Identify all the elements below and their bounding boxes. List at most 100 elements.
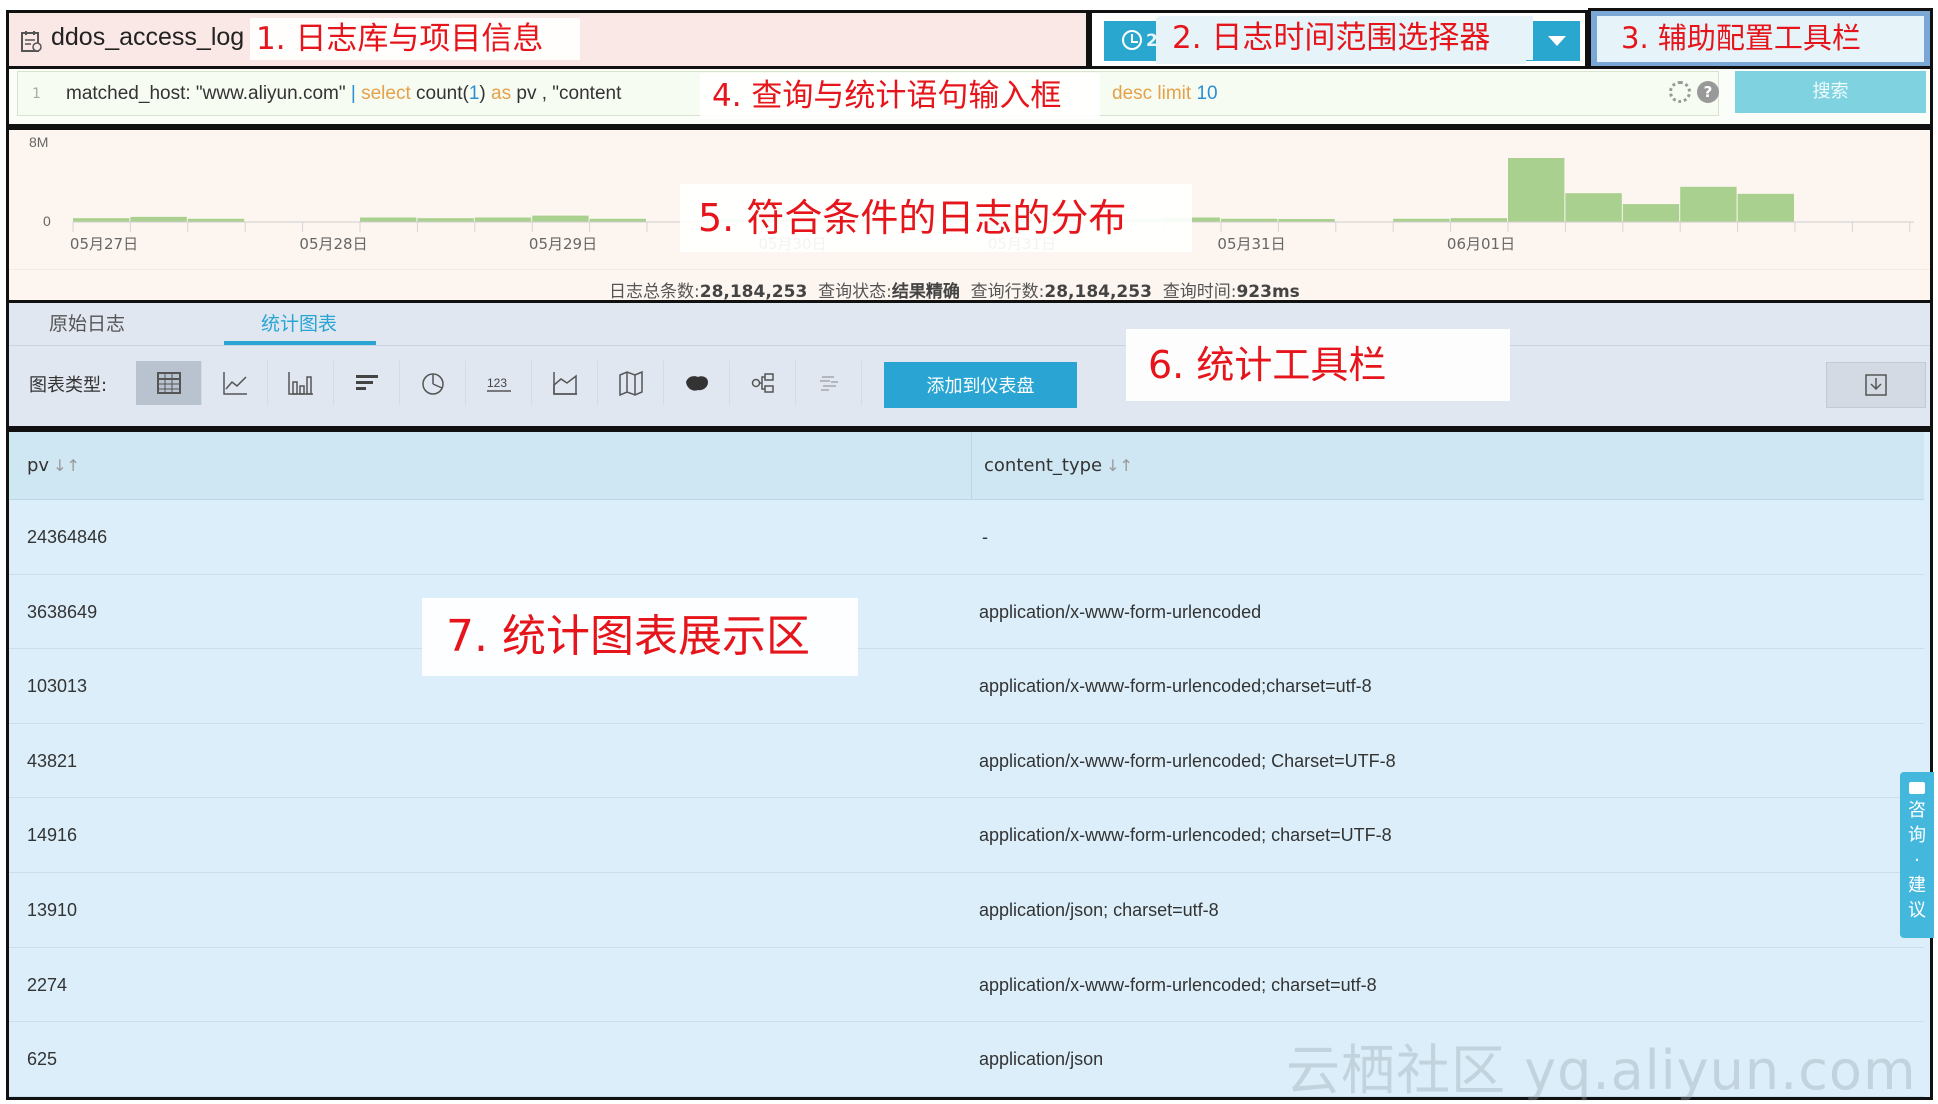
y-axis-zero-label: 0 <box>43 213 51 229</box>
clock-icon <box>1122 30 1142 50</box>
histogram-bar[interactable] <box>417 218 474 222</box>
query-tail: desc limit 10 <box>1112 83 1218 105</box>
column-header-content-type[interactable]: content_type ↓↑ <box>972 432 1924 500</box>
histogram-bar[interactable] <box>532 215 589 222</box>
x-tick-label: 05月29日 <box>529 235 597 253</box>
chart-type-pie[interactable] <box>400 361 466 405</box>
status-value: 结果精确 <box>891 282 960 302</box>
sort-icon[interactable]: ↓↑ <box>1106 456 1133 475</box>
cell-content-type: application/x-www-form-urlencoded; Chars… <box>979 750 1396 771</box>
chart-type-bar[interactable] <box>268 361 334 405</box>
feedback-char: 建 <box>1908 875 1926 896</box>
line-number: 1 <box>32 86 41 102</box>
chart-display-area: pv ↓↑ content_type ↓↑ 24364846 - 3638649 a… <box>6 429 1933 1100</box>
logstore-name[interactable]: ddos_access_log <box>51 23 244 52</box>
cell-pv: 14916 <box>27 825 78 846</box>
histogram-bar[interactable] <box>130 216 187 222</box>
logstore-icon <box>21 31 42 52</box>
chart-type-line[interactable] <box>202 361 268 405</box>
histogram-bar[interactable] <box>1508 158 1565 222</box>
chart-type-flow[interactable] <box>730 361 796 405</box>
download-icon <box>1865 374 1887 396</box>
query-pipe: | <box>350 83 356 104</box>
gear-icon[interactable] <box>1669 81 1691 103</box>
cell-pv: 24364846 <box>27 527 108 547</box>
query-select-keyword: select <box>361 83 411 104</box>
chart-type-china-map[interactable] <box>664 361 730 405</box>
query-stats: 日志总条数:28,184,253 查询状态:结果精确 查询行数:28,184,2… <box>609 277 1300 302</box>
annotation-label: 7. 统计图表展示区 <box>422 598 858 676</box>
feedback-char: 咨 <box>1908 800 1926 821</box>
feedback-tab[interactable]: 咨 询 · 建 议 <box>1900 772 1934 938</box>
query-as-keyword: as <box>485 83 512 104</box>
cell-pv: 43821 <box>27 750 78 771</box>
cell-pv: 2274 <box>27 974 68 995</box>
histogram-bar[interactable] <box>1737 193 1794 222</box>
column-header-pv[interactable]: pv ↓↑ <box>9 432 971 500</box>
query-count-fn: count( <box>410 83 469 104</box>
histogram-bar[interactable] <box>1622 204 1680 222</box>
tab-charts[interactable]: 统计图表 <box>261 309 337 336</box>
annotation-label: 1. 日志库与项目信息 <box>250 18 580 60</box>
chart-type-number[interactable]: 123 <box>466 361 532 405</box>
table-row[interactable]: 14916 application/x-www-form-urlencoded;… <box>9 798 1924 873</box>
cell-content-type: application/json; charset=utf-8 <box>979 900 1219 920</box>
chart-type-map[interactable] <box>598 361 664 405</box>
status-label: 查询状态: <box>818 282 892 302</box>
annotation-label: 6. 统计工具栏 <box>1126 329 1510 401</box>
x-tick-label: 05月31日 <box>1217 235 1285 253</box>
table-row[interactable]: 13910 application/json; charset=utf-8 <box>9 873 1924 948</box>
chart-type-table[interactable] <box>136 361 202 405</box>
table-row[interactable]: 3638649 application/x-www-form-urlencode… <box>9 575 1924 650</box>
histogram-bar[interactable] <box>474 217 532 222</box>
x-tick-label: 05月28日 <box>299 235 367 253</box>
histogram-bar[interactable] <box>1680 186 1737 222</box>
cell-content-type: application/x-www-form-urlencoded <box>979 601 1262 622</box>
query-field: matched_host: "www.aliyun.com" <box>66 83 351 104</box>
cell-pv: 13910 <box>27 900 78 920</box>
chevron-down-icon[interactable] <box>1548 36 1566 46</box>
feedback-char: 询 <box>1908 825 1926 846</box>
search-button[interactable]: 搜索 <box>1735 71 1926 113</box>
active-tab-indicator <box>224 341 376 345</box>
tabs-divider <box>9 345 1930 346</box>
tab-raw-logs[interactable]: 原始日志 <box>49 309 125 336</box>
cell-pv: 3638649 <box>27 601 98 622</box>
table-row[interactable]: 103013 application/x-www-form-urlencoded… <box>9 649 1924 724</box>
histogram-bar[interactable] <box>1565 193 1622 222</box>
table-row[interactable]: 2274 application/x-www-form-urlencoded; … <box>9 948 1924 1023</box>
chart-type-horizontal-bar[interactable] <box>334 361 400 405</box>
table-icon <box>156 372 181 394</box>
flow-chart-icon <box>751 373 774 393</box>
histogram-bar[interactable] <box>73 218 130 222</box>
number-icon: 123 <box>486 376 511 392</box>
sort-icon[interactable]: ↓↑ <box>53 456 80 475</box>
cell-content-type: application/x-www-form-urlencoded; chars… <box>979 825 1392 846</box>
histogram-bar[interactable] <box>360 217 417 222</box>
table-row[interactable]: 24364846 - <box>9 500 1924 575</box>
query-text: matched_host: "www.aliyun.com" | select … <box>66 83 621 105</box>
feedback-char: · <box>1914 850 1920 871</box>
table-row[interactable]: 43821 application/x-www-form-urlencoded;… <box>9 724 1924 799</box>
histogram-bar[interactable] <box>1450 218 1507 222</box>
column-header-content-type-label: content_type <box>984 455 1103 476</box>
column-header-pv-label: pv <box>27 455 50 476</box>
help-icon[interactable]: ? <box>1697 81 1719 103</box>
query-count-arg: 1 <box>468 83 480 104</box>
chart-type-area[interactable] <box>532 361 598 405</box>
cell-content-type: application/json <box>979 1049 1104 1070</box>
add-to-dashboard-button[interactable]: 添加到仪表盘 <box>884 362 1077 408</box>
chart-type-word-cloud[interactable] <box>796 361 862 405</box>
cell-pv: 625 <box>27 1049 58 1070</box>
download-button[interactable] <box>1826 362 1926 408</box>
annotation-label: 5. 符合条件的日志的分布 <box>680 184 1192 252</box>
time-value: 923ms <box>1236 282 1300 302</box>
query-alias: pv , "content <box>511 83 622 104</box>
annotation-label: 4. 查询与统计语句输入框 <box>700 73 1100 119</box>
map-icon <box>618 370 643 397</box>
bar-chart-icon <box>287 372 313 395</box>
total-label: 日志总条数: <box>609 282 700 302</box>
horizontal-bar-icon <box>355 375 378 390</box>
cell-pv: 103013 <box>27 676 88 697</box>
area-chart-icon <box>552 372 577 395</box>
